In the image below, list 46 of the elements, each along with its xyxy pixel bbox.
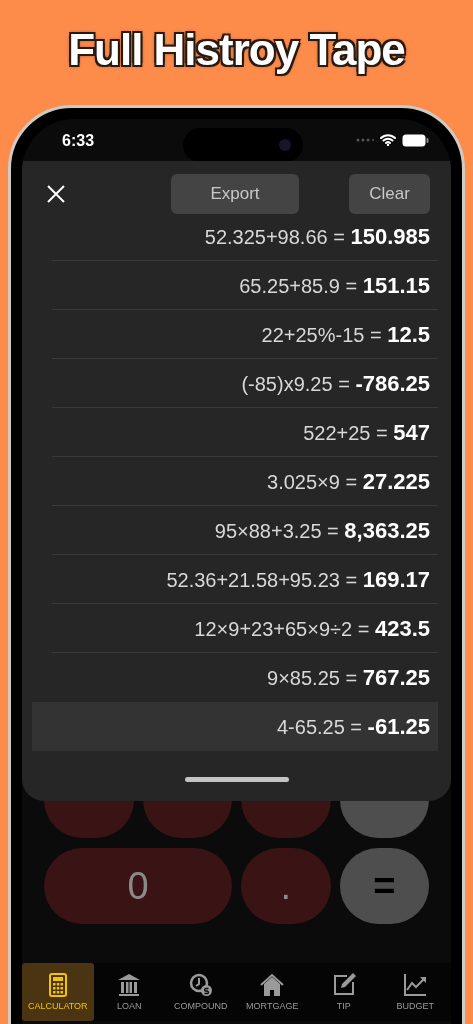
clear-button[interactable]: Clear <box>349 174 430 214</box>
keypad-key[interactable]: 0 <box>44 848 232 924</box>
history-entry: (-85)x9.25 = -786.25 <box>241 369 430 398</box>
edit-icon <box>331 973 356 997</box>
clock-coin-icon <box>188 973 213 997</box>
battery-icon <box>402 133 429 147</box>
history-entry: 65.25+85.9 = 151.15 <box>239 271 430 300</box>
export-button[interactable]: Export <box>171 174 299 214</box>
history-row[interactable]: 52.36+21.58+95.23 = 169.17 <box>52 555 438 604</box>
chart-icon <box>403 973 428 997</box>
tab[interactable]: COMPOUND <box>165 963 237 1021</box>
tab[interactable]: TIP <box>308 963 380 1021</box>
status-time: 6:33 <box>62 130 95 151</box>
history-row[interactable]: 65.25+85.9 = 151.15 <box>52 261 438 310</box>
history-entry: 52.36+21.58+95.23 = 169.17 <box>166 565 430 594</box>
tab[interactable]: CALCULATOR <box>22 963 94 1021</box>
history-entry: 52.325+98.66 = 150.985 <box>204 222 430 251</box>
page-heading: Full Histroy Tape <box>68 24 405 76</box>
history-entry: 12×9+23+65×9÷2 = 423.5 <box>194 614 430 643</box>
history-row[interactable]: 9×85.25 = 767.25 <box>52 653 438 702</box>
tab[interactable]: BUDGET <box>379 963 451 1021</box>
history-row[interactable]: 22+25%-15 = 12.5 <box>52 310 438 359</box>
history-entry: 9×85.25 = 767.25 <box>267 664 430 692</box>
history-row[interactable]: 95×88+3.25 = 8,363.25 <box>52 506 438 555</box>
signal-icon <box>356 138 374 142</box>
tab[interactable]: MORTGAGE <box>236 963 308 1021</box>
history-entry: 522+25 = 547 <box>303 418 430 447</box>
history-entry: 3.025×9 = 27.225 <box>267 467 430 496</box>
history-row[interactable]: 4-65.25 = -61.25 <box>32 702 438 751</box>
history-row[interactable]: (-85)x9.25 = -786.25 <box>52 359 438 408</box>
close-button[interactable] <box>46 184 66 204</box>
grabber-handle[interactable] <box>184 777 289 782</box>
camera-icon <box>279 139 291 151</box>
history-row[interactable]: 52.325+98.66 = 150.985 <box>52 212 438 261</box>
history-entry: 4-65.25 = -61.25 <box>277 713 430 741</box>
close-icon <box>46 184 66 204</box>
keypad-key[interactable]: . <box>241 848 331 924</box>
wifi-icon <box>380 134 396 146</box>
history-row[interactable]: 12×9+23+65×9÷2 = 423.5 <box>52 604 438 653</box>
history-entry: 22+25%-15 = 12.5 <box>261 320 430 349</box>
bank-icon <box>117 973 142 997</box>
history-row[interactable]: 522+25 = 547 <box>52 408 438 457</box>
history-entry: 95×88+3.25 = 8,363.25 <box>214 516 430 545</box>
tab[interactable]: LOAN <box>93 963 165 1021</box>
history-row[interactable]: 3.025×9 = 27.225 <box>52 457 438 506</box>
house-icon <box>260 973 285 997</box>
